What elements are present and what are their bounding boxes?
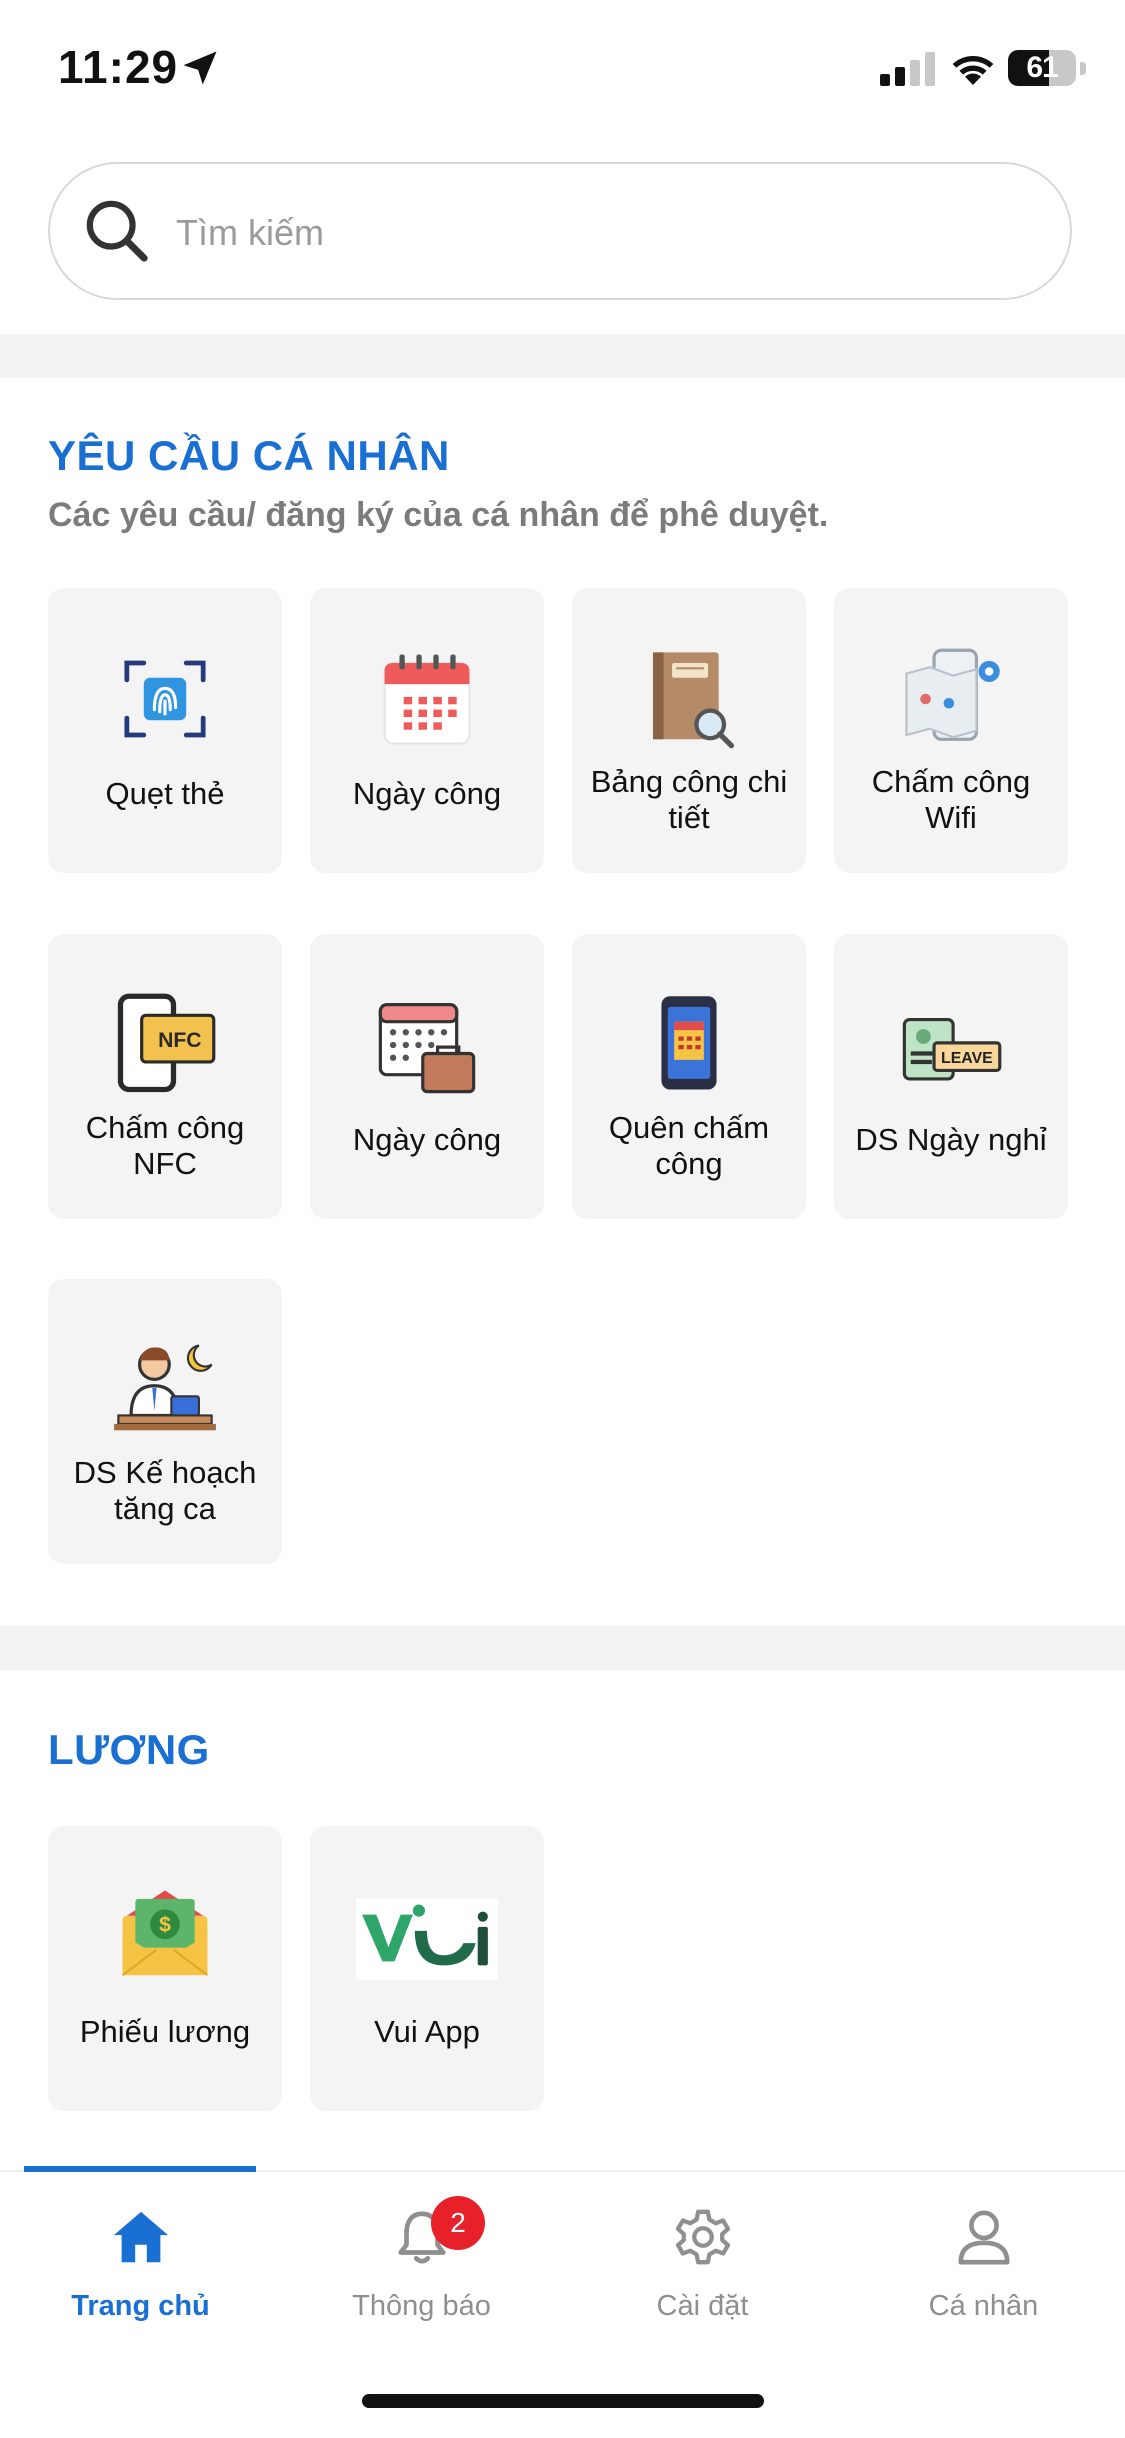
search-input[interactable] xyxy=(174,194,1038,272)
ledger-search-icon xyxy=(652,652,735,749)
gear-icon xyxy=(675,2209,731,2265)
tile-label: Ngày công xyxy=(352,1122,502,1157)
tile-label: Phiếu lương xyxy=(79,2014,251,2049)
svg-text:NFC: NFC xyxy=(158,1029,202,1052)
tab-label: Cá nhân xyxy=(928,2290,1039,2322)
phone-nfc-icon: NFC xyxy=(117,993,216,1093)
tab-home[interactable]: Trang chủ xyxy=(0,2172,281,2372)
phone-map-pin-icon xyxy=(905,648,1000,741)
fingerprint-scan-icon xyxy=(124,660,206,738)
status-time: 11:29 xyxy=(58,41,179,93)
section-subtitle-personal: Các yêu cầu/ đăng ký của cá nhân để phê … xyxy=(48,496,829,534)
search-icon xyxy=(86,200,148,262)
leave-card-icon: LEAVE xyxy=(902,1017,1002,1081)
battery-indicator: 61 xyxy=(1008,50,1086,88)
section-divider xyxy=(0,334,1125,378)
search-bar[interactable] xyxy=(48,162,1072,300)
tile-label: DS Ngày nghỉ xyxy=(855,1122,1047,1157)
overtime-worker-icon xyxy=(114,1344,216,1431)
tile-ds-ngay-nghi[interactable]: LEAVE DS Ngày nghỉ xyxy=(834,934,1068,1219)
calendar-briefcase-icon xyxy=(378,1003,476,1094)
tab-profile[interactable]: Cá nhân xyxy=(843,2172,1124,2372)
tile-label: DS Kế hoạch tăng ca xyxy=(73,1455,257,1526)
tile-label: Chấm công NFC xyxy=(85,1110,245,1181)
tile-cham-cong-wifi[interactable]: Chấm công Wifi xyxy=(834,588,1068,873)
tile-ngay-cong[interactable]: Ngày công xyxy=(310,588,544,873)
tile-cham-cong-nfc[interactable]: NFC Chấm công NFC xyxy=(48,934,282,1219)
vui-app-logo-icon xyxy=(356,1898,498,1980)
home-icon xyxy=(113,2211,169,2263)
tile-label: Quẹt thẻ xyxy=(105,776,225,811)
section-title-salary: LƯƠNG xyxy=(48,1726,210,1773)
tile-label: Bảng công chi tiết xyxy=(590,764,788,835)
tile-quen-cham-cong[interactable]: Quên chấm công xyxy=(572,934,806,1219)
home-indicator xyxy=(362,2394,764,2408)
calendar-icon xyxy=(383,654,471,745)
tile-bang-cong-chi-tiet[interactable]: Bảng công chi tiết xyxy=(572,588,806,873)
section-title-personal: YÊU CẦU CÁ NHÂN xyxy=(48,432,450,479)
tab-label: Cài đặt xyxy=(656,2290,749,2322)
tile-vui-app[interactable]: Vui App xyxy=(310,1826,544,2111)
tab-notifications[interactable]: 2 Thông báo xyxy=(281,2172,562,2372)
location-arrow-icon xyxy=(183,51,217,85)
svg-text:$: $ xyxy=(159,1914,171,1937)
payslip-envelope-icon: $ xyxy=(121,1890,209,1977)
tab-settings[interactable]: Cài đặt xyxy=(562,2172,843,2372)
tile-label: Ngày công xyxy=(352,776,502,811)
tile-phieu-luong[interactable]: $ Phiếu lương xyxy=(48,1826,282,2111)
user-icon xyxy=(958,2210,1010,2265)
phone-calendar-icon xyxy=(661,996,717,1090)
svg-text:LEAVE: LEAVE xyxy=(941,1050,993,1067)
section-divider xyxy=(0,1626,1125,1670)
battery-percent: 61 xyxy=(1026,51,1058,84)
tab-label: Trang chủ xyxy=(71,2290,210,2322)
tile-ds-ke-hoach-tang-ca[interactable]: DS Kế hoạch tăng ca xyxy=(48,1279,282,1564)
notification-badge: 2 xyxy=(431,2196,485,2250)
tile-ngay-cong-2[interactable]: Ngày công xyxy=(310,934,544,1219)
tile-label: Vui App xyxy=(374,2014,480,2049)
tile-label: Chấm công Wifi xyxy=(871,764,1031,835)
tile-label: Quên chấm công xyxy=(608,1110,770,1181)
tile-quet-the[interactable]: Quẹt thẻ xyxy=(48,588,282,873)
status-bar: 11:29 61 xyxy=(0,0,1125,140)
tab-label: Thông báo xyxy=(352,2290,491,2322)
cellular-signal-icon xyxy=(880,52,935,86)
wifi-icon xyxy=(952,55,994,85)
